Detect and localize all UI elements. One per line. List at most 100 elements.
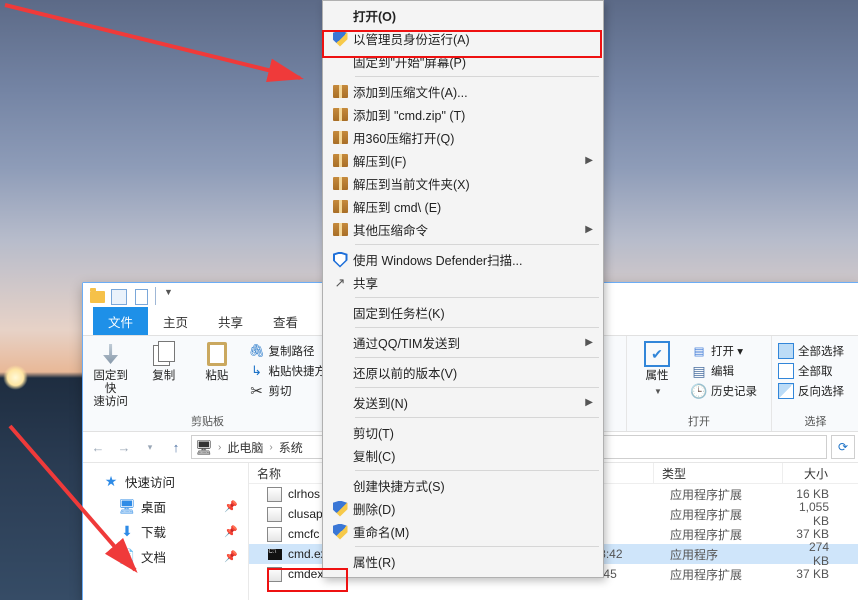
exe-icon [268, 549, 282, 560]
ctx-copy[interactable]: 复制(C) [325, 444, 601, 467]
copy-path-button[interactable]: 🖇 复制路径 [249, 342, 327, 360]
defender-icon [333, 252, 348, 268]
open-icon: ▤ [691, 343, 707, 359]
pin-quick-access-button[interactable]: 固定到快 速访问 [89, 340, 132, 409]
nav-pane: ★ 快速访问 🖥 桌面 📌 ⬇ 下载 📌 📄 文档 📌 [83, 463, 249, 600]
separator [355, 244, 599, 245]
ctx-add-archive[interactable]: 添加到压缩文件(A)... [325, 80, 601, 103]
ctx-extract-here[interactable]: 解压到当前文件夹(X) [325, 172, 601, 195]
nav-downloads[interactable]: ⬇ 下载 📌 [83, 519, 248, 544]
nav-desktop[interactable]: 🖥 桌面 📌 [83, 494, 248, 519]
qat-dropdown-icon[interactable]: ▼ [160, 287, 177, 307]
ctx-send-to[interactable]: 发送到(N)▶ [325, 391, 601, 414]
properties-icon[interactable] [131, 287, 151, 307]
nav-documents[interactable]: 📄 文档 📌 [83, 544, 248, 569]
file-size: 274 KB [790, 540, 858, 568]
pin-icon [103, 344, 118, 364]
separator [355, 470, 599, 471]
folder-icon[interactable] [87, 287, 107, 307]
ctx-defender[interactable]: 使用 Windows Defender扫描... [325, 248, 601, 271]
separator [355, 417, 599, 418]
tab-file[interactable]: 文件 [93, 307, 148, 335]
ctx-rename[interactable]: 重命名(M) [325, 520, 601, 543]
select-none-button[interactable]: 全部取 [778, 362, 853, 380]
dll-icon [267, 507, 282, 522]
separator [355, 546, 599, 547]
select-all-button[interactable]: 全部选择 [778, 342, 853, 360]
breadcrumb-root[interactable]: 此电脑 [227, 439, 263, 456]
archive-icon [333, 223, 348, 236]
file-size: 37 KB [790, 527, 858, 541]
ctx-send-qq[interactable]: 通过QQ/TIM发送到▶ [325, 331, 601, 354]
separator [355, 387, 599, 388]
archive-icon [333, 85, 348, 98]
tab-view[interactable]: 查看 [258, 307, 313, 335]
ctx-open-360[interactable]: 用360压缩打开(Q) [325, 126, 601, 149]
link-icon: 🖇 [249, 343, 265, 359]
col-size[interactable]: 大小 [783, 463, 858, 483]
nav-back-button[interactable]: ← [87, 436, 109, 458]
copy-icon [153, 341, 175, 367]
nav-forward-button[interactable]: → [113, 436, 135, 458]
refresh-button[interactable]: ⟳ [831, 435, 855, 459]
copy-button[interactable]: 复制 [142, 340, 185, 383]
pc-icon: 🖥 [196, 439, 212, 455]
shortcut-icon: ↳ [249, 363, 265, 379]
file-size: 1,055 KB [790, 500, 858, 528]
nav-up-button[interactable]: ↑ [165, 436, 187, 458]
file-name: cmcfc [288, 527, 319, 541]
ctx-open[interactable]: 打开(O) [325, 4, 601, 27]
star-icon: ★ [103, 474, 119, 490]
nav-recent-button[interactable]: ▾ [139, 436, 161, 458]
breadcrumb-next[interactable]: 系统 [279, 439, 303, 456]
submenu-arrow-icon: ▶ [585, 337, 593, 348]
archive-icon [333, 177, 348, 190]
archive-icon [333, 108, 348, 121]
ctx-extract-cmd[interactable]: 解压到 cmd\ (E) [325, 195, 601, 218]
file-name: clrhos [288, 487, 320, 501]
desktop-sun [3, 365, 28, 390]
separator [155, 287, 156, 305]
open-button[interactable]: ▤ 打开 ▾ [691, 342, 757, 360]
separator [355, 76, 599, 77]
history-button[interactable]: 🕒 历史记录 [691, 382, 757, 400]
file-type: 应用程序扩展 [662, 526, 790, 543]
col-type[interactable]: 类型 [654, 463, 783, 483]
select-none-icon [778, 363, 794, 379]
separator [355, 297, 599, 298]
ctx-delete[interactable]: 删除(D) [325, 497, 601, 520]
save-icon[interactable] [109, 287, 129, 307]
edit-button[interactable]: ▤ 编辑 [691, 362, 757, 380]
dll-icon [267, 487, 282, 502]
ctx-share[interactable]: ↗共享 [325, 271, 601, 294]
ctx-restore-prev[interactable]: 还原以前的版本(V) [325, 361, 601, 384]
tab-home[interactable]: 主页 [148, 307, 203, 335]
pin-icon: 📌 [224, 525, 238, 538]
pin-icon: 📌 [224, 550, 238, 563]
select-all-icon [778, 343, 794, 359]
cut-button[interactable]: ✂ 剪切 [249, 382, 327, 400]
ctx-cut[interactable]: 剪切(T) [325, 421, 601, 444]
ctx-pin-taskbar[interactable]: 固定到任务栏(K) [325, 301, 601, 324]
invert-selection-button[interactable]: 反向选择 [778, 382, 853, 400]
document-icon: 📄 [119, 549, 135, 565]
submenu-arrow-icon: ▶ [585, 224, 593, 235]
annotation-highlight-admin [322, 30, 602, 58]
archive-icon [333, 131, 348, 144]
quick-access-toolbar: ▼ [83, 287, 177, 307]
tab-share[interactable]: 共享 [203, 307, 258, 335]
archive-icon [333, 200, 348, 213]
properties-button[interactable]: ✔ 属性▼ [633, 340, 681, 398]
ctx-properties[interactable]: 属性(R) [325, 550, 601, 573]
check-icon: ✔ [644, 341, 670, 367]
ctx-other-compress[interactable]: 其他压缩命令▶ [325, 218, 601, 241]
file-type: 应用程序扩展 [662, 566, 790, 583]
ctx-add-cmdzip[interactable]: 添加到 "cmd.zip" (T) [325, 103, 601, 126]
paste-button[interactable]: 粘贴 [195, 340, 238, 383]
dll-icon [267, 527, 282, 542]
ctx-create-shortcut[interactable]: 创建快捷方式(S) [325, 474, 601, 497]
file-type: 应用程序 [662, 546, 790, 563]
nav-quick-access[interactable]: ★ 快速访问 [83, 469, 248, 494]
ctx-extract-to[interactable]: 解压到(F)▶ [325, 149, 601, 172]
paste-shortcut-button[interactable]: ↳ 粘贴快捷方 [249, 362, 327, 380]
